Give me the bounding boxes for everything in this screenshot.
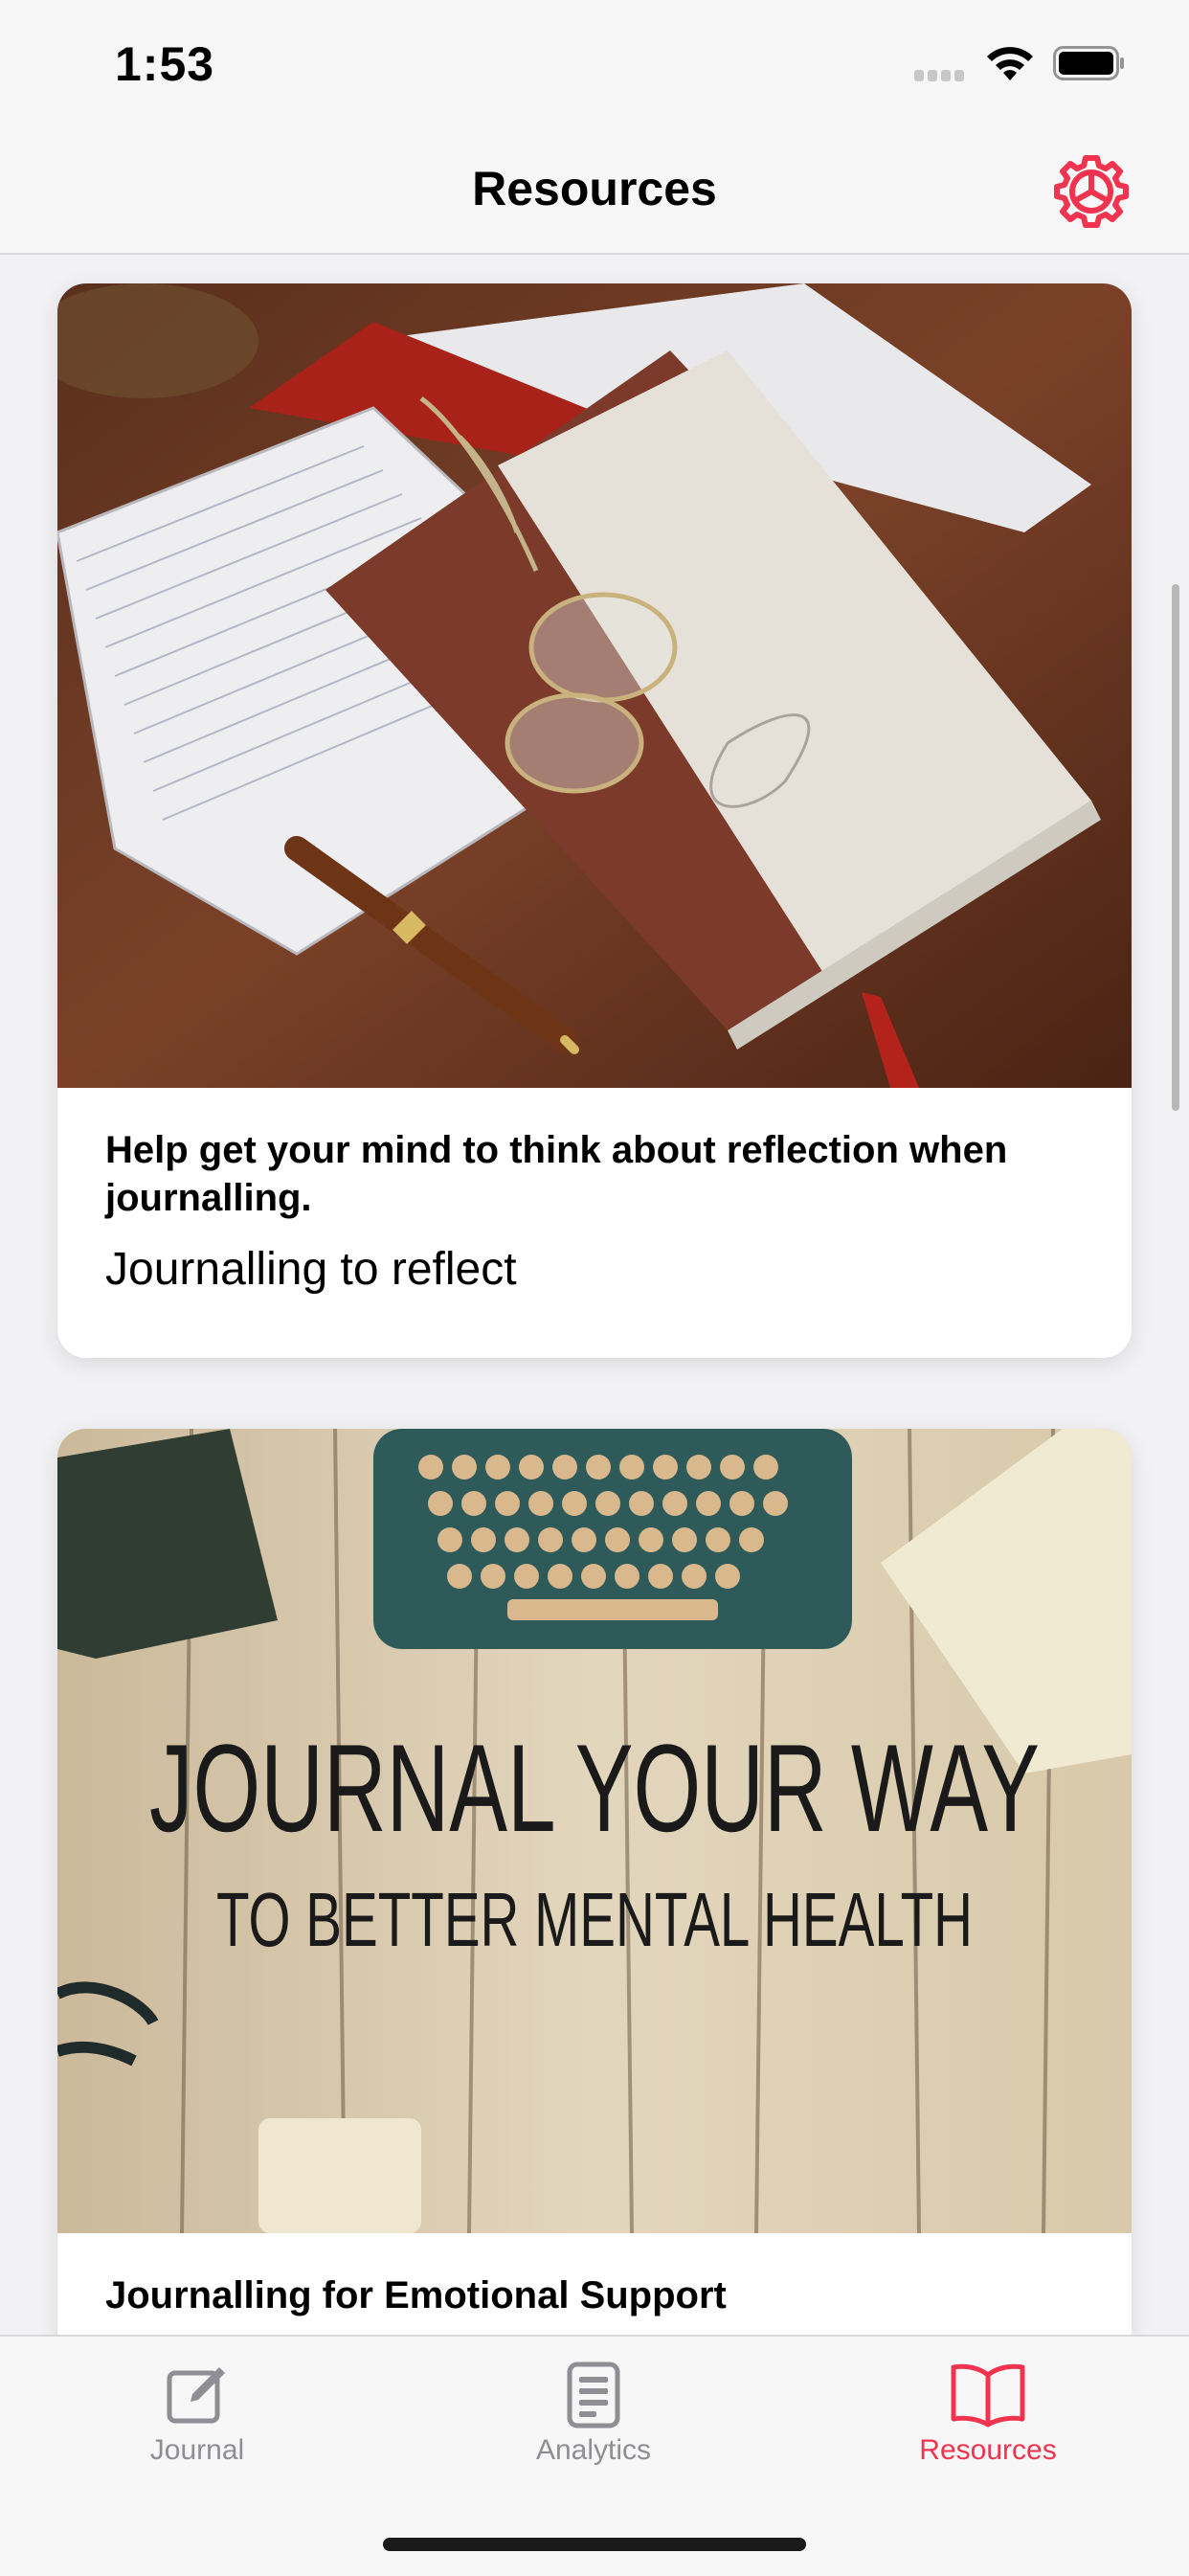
cellular-signal-icon: [914, 69, 974, 81]
gear-icon: [1054, 155, 1129, 228]
tab-analytics[interactable]: Analytics: [450, 2361, 737, 2467]
wifi-icon: [987, 47, 1033, 80]
image-headline: JOURNAL YOUR WAY: [149, 1718, 1040, 1858]
tab-journal[interactable]: Journal: [54, 2361, 341, 2467]
scroll-indicator: [1172, 584, 1179, 1111]
resource-card-title: Help get your mind to think about reflec…: [105, 1129, 1008, 1219]
journal-notebook-image: [57, 283, 1132, 1088]
tab-resources[interactable]: Resources: [844, 2361, 1132, 2467]
tab-label: Resources: [919, 2434, 1057, 2466]
resource-card-title: Journalling for Emotional Support: [105, 2274, 727, 2316]
compose-icon: [167, 2367, 225, 2424]
battery-icon: [1053, 46, 1124, 80]
resource-card-subtitle: Journalling to reflect: [105, 1244, 517, 1295]
home-indicator: [383, 2538, 806, 2551]
document-icon: [567, 2361, 620, 2429]
tab-label: Analytics: [535, 2434, 652, 2466]
settings-button[interactable]: [1053, 153, 1130, 230]
resource-card[interactable]: JOURNAL YOUR WAY TO BETTER MENTAL HEALTH…: [57, 1429, 1132, 2335]
resource-card[interactable]: Help get your mind to think about reflec…: [57, 283, 1132, 1358]
status-time: 1:53: [115, 37, 215, 91]
image-subheadline: TO BETTER MENTAL HEALTH: [216, 1877, 973, 1962]
typewriter-image: JOURNAL YOUR WAY TO BETTER MENTAL HEALTH: [57, 1429, 1132, 2233]
book-icon: [951, 2363, 1025, 2428]
tab-label: Journal: [149, 2434, 245, 2466]
page-title: Resources: [472, 162, 717, 215]
status-bar: 1:53: [0, 0, 1189, 134]
resources-list[interactable]: Help get your mind to think about reflec…: [0, 255, 1189, 2335]
navigation-bar: Resources: [0, 134, 1189, 255]
